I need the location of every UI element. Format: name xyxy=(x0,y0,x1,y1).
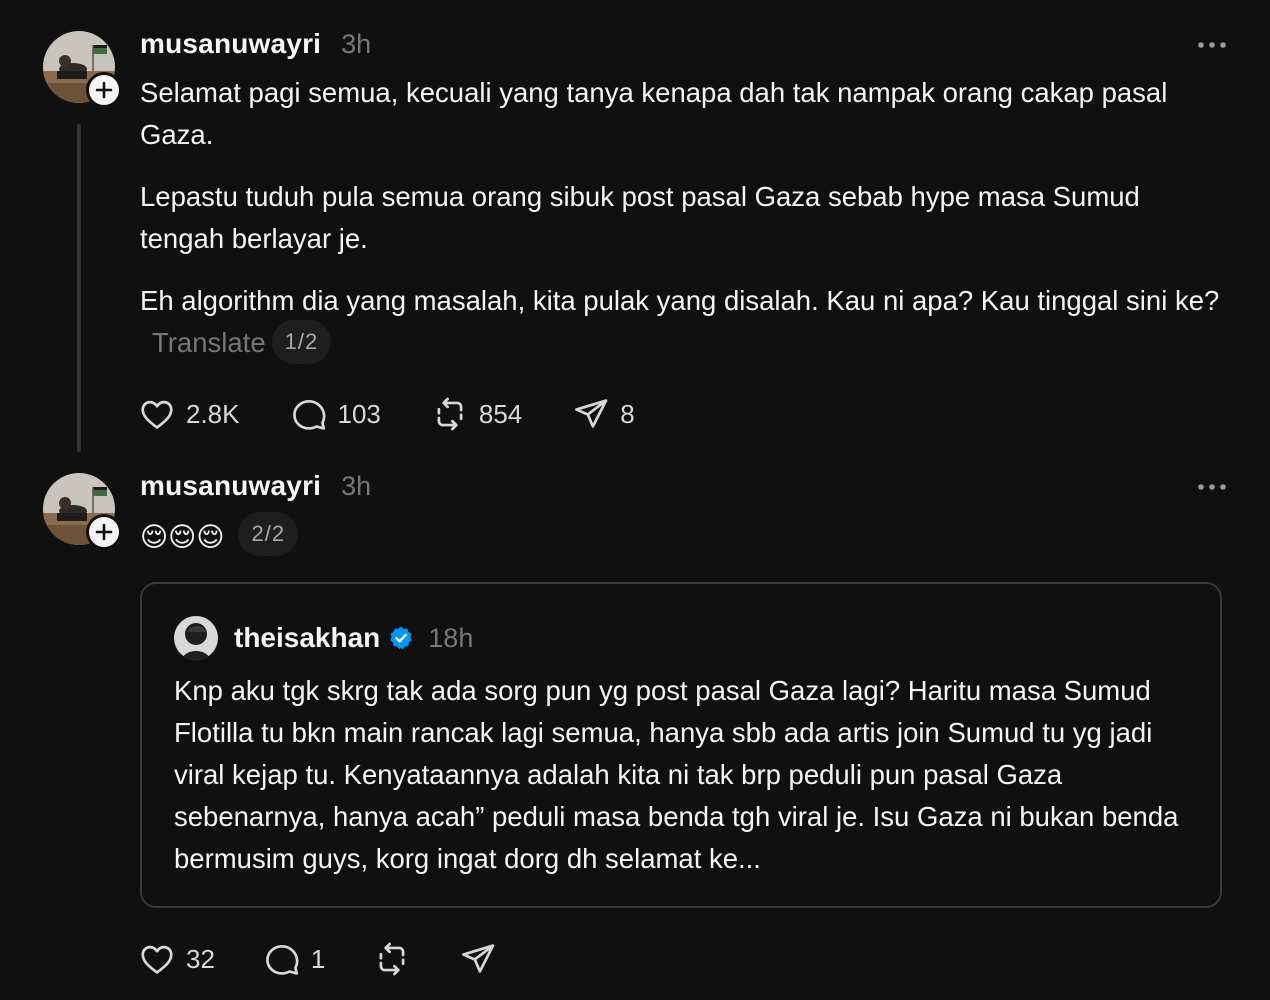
post-header: musanuwayri 3h xyxy=(140,470,371,502)
like-count: 2.8K xyxy=(186,398,240,429)
thread-post-2: musanuwayri 3h 😌😌😌 2/2 theisakhan 18h Kn… xyxy=(0,455,1270,1000)
quoted-post-body: Knp aku tgk skrg tak ada sorg pun yg pos… xyxy=(174,675,1179,874)
follow-button[interactable] xyxy=(86,72,122,108)
post-body: 😌😌😌 2/2 xyxy=(140,512,299,559)
share-button[interactable]: 8 xyxy=(572,392,635,436)
verified-badge-icon xyxy=(390,626,413,650)
quoted-post-header: theisakhan 18h xyxy=(174,616,473,660)
post-actions: 2.8K 103 854 8 xyxy=(138,392,685,436)
post-timestamp[interactable]: 3h xyxy=(341,29,371,60)
like-button[interactable]: 32 xyxy=(138,937,215,981)
verified-badge xyxy=(388,625,414,651)
send-icon xyxy=(462,944,495,973)
plus-icon xyxy=(95,81,113,99)
send-icon xyxy=(575,399,608,428)
quoted-post-timestamp[interactable]: 18h xyxy=(428,623,473,654)
reply-count: 1 xyxy=(310,943,326,974)
author-username[interactable]: musanuwayri xyxy=(140,28,321,60)
quoted-post-card[interactable]: theisakhan 18h Knp aku tgk skrg tak ada … xyxy=(140,582,1222,908)
more-options-button[interactable] xyxy=(1192,30,1232,60)
heart-icon xyxy=(141,400,173,429)
post-paragraph-last: Eh algorithm dia yang masalah, kita pula… xyxy=(140,280,1230,367)
post-body: Selamat pagi semua, kecuali yang tanya k… xyxy=(140,72,1230,387)
share-count: 8 xyxy=(620,398,635,429)
reply-button[interactable]: 1 xyxy=(263,937,325,981)
like-button[interactable]: 2.8K xyxy=(138,392,240,436)
post-timestamp[interactable]: 3h xyxy=(341,471,371,502)
author-username[interactable]: musanuwayri xyxy=(140,470,321,502)
relieved-face-emoji: 😌 xyxy=(140,522,169,552)
repost-button[interactable] xyxy=(373,937,411,981)
quoted-author-username[interactable]: theisakhan xyxy=(234,622,380,654)
reply-count: 103 xyxy=(337,398,381,429)
relieved-face-emoji: 😌 xyxy=(196,522,225,552)
comment-icon xyxy=(292,399,325,430)
share-button[interactable] xyxy=(459,937,497,981)
post-actions: 32 1 xyxy=(138,937,545,981)
repost-button[interactable]: 854 xyxy=(431,392,522,436)
repost-icon xyxy=(437,397,463,431)
like-count: 32 xyxy=(186,943,215,974)
more-horizontal-icon xyxy=(1198,484,1226,490)
follow-button[interactable] xyxy=(86,514,122,550)
more-horizontal-icon xyxy=(1198,42,1226,48)
repost-count: 854 xyxy=(478,398,523,429)
avatar-photo-icon xyxy=(174,616,218,660)
post-paragraph: Selamat pagi semua, kecuali yang tanya k… xyxy=(140,77,1168,150)
thread-connector-line xyxy=(77,124,81,452)
thread-page-indicator: 2/2 xyxy=(238,512,299,556)
thread-post-1: musanuwayri 3h Selamat pagi semua, kecua… xyxy=(0,0,1270,460)
post-paragraph-text: Eh algorithm dia yang masalah, kita pula… xyxy=(140,285,1220,316)
heart-icon xyxy=(141,945,173,974)
thread-page-indicator: 1/2 xyxy=(271,319,332,364)
reply-button[interactable]: 103 xyxy=(290,392,381,436)
post-header: musanuwayri 3h xyxy=(140,28,371,60)
emoji-text: 😌😌😌 xyxy=(140,516,224,558)
relieved-face-emoji: 😌 xyxy=(168,522,197,552)
repost-icon xyxy=(379,942,405,976)
more-options-button[interactable] xyxy=(1192,472,1232,502)
plus-icon xyxy=(95,523,113,541)
quoted-author-avatar[interactable] xyxy=(174,616,218,660)
post-paragraph: Lepastu tuduh pula semua orang sibuk pos… xyxy=(140,181,1140,254)
translate-link[interactable]: Translate xyxy=(152,327,266,358)
comment-icon xyxy=(266,944,299,975)
